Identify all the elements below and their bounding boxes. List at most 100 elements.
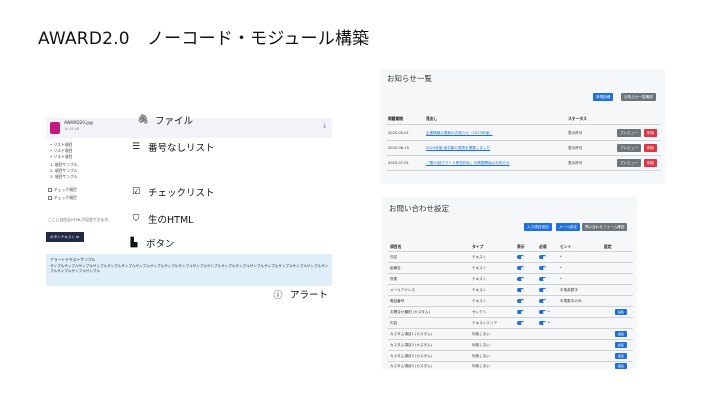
field-type: セレクト: [472, 310, 487, 314]
shield-icon: ⛉: [132, 214, 140, 224]
callout-button: ▙ ボタン: [128, 234, 200, 252]
visible-toggle[interactable]: [517, 288, 524, 292]
row-status: 表示許可: [568, 146, 583, 150]
checklist-item[interactable]: チェック項目: [48, 196, 77, 200]
visible-toggle[interactable]: [517, 266, 524, 270]
row-headline-link[interactable]: 企業情報の更新のお知らせ（2025年版）: [426, 131, 493, 136]
file-size: 10.44 KB: [64, 127, 80, 131]
add-field-button[interactable]: 入力項目追加: [524, 223, 552, 231]
row-headline-link[interactable]: 「第10回アワード受賞作品」の掲載開始のお知らせ: [426, 161, 510, 166]
edit-button[interactable]: 編集: [615, 353, 627, 359]
callout-numbered-list: ☰ 番号なしリスト: [131, 142, 215, 154]
numbered-item: 1. 項目サンプル: [50, 162, 78, 167]
row-date: 2025-06-15: [388, 146, 409, 150]
col-header: 掲載期間: [388, 116, 404, 121]
required-toggle[interactable]: [539, 266, 546, 270]
numbered-item: 2. 項目サンプル: [50, 168, 78, 173]
html-text: ここに自由なHTMLが記述できます。: [48, 217, 112, 222]
notice-title: お知らせ一覧: [387, 74, 432, 83]
preview-button[interactable]: プレビュー: [617, 144, 641, 152]
required-toggle[interactable]: [539, 255, 546, 259]
mail-settings-button[interactable]: メール設定: [556, 223, 580, 231]
visible-toggle[interactable]: [517, 310, 524, 314]
field-type: テキスト: [472, 288, 487, 292]
field-name: 所属: [390, 277, 398, 281]
col-header: 項目名: [390, 244, 402, 249]
field-name: カスタム項目2 (カスタム): [390, 343, 433, 347]
required-mark: *: [560, 277, 562, 281]
edit-button[interactable]: 編集: [615, 363, 627, 369]
numbered-item: 3. 項目サンプル: [50, 174, 78, 179]
file-name: AWARD20.jpg: [64, 120, 93, 125]
new-post-button[interactable]: 新規投稿: [593, 93, 614, 101]
required-mark: *: [548, 321, 550, 325]
required-toggle[interactable]: [539, 321, 546, 325]
edit-button[interactable]: 編集: [615, 331, 627, 337]
visible-toggle[interactable]: [517, 277, 524, 281]
required-toggle[interactable]: [539, 299, 546, 303]
field-type: 利用しない: [472, 354, 490, 358]
sample-button[interactable]: ボタンテキスト ⧉: [46, 232, 84, 242]
contact-title: お問い合わせ設定: [389, 204, 449, 213]
check-square-icon: ☑: [131, 187, 141, 197]
callout-file: 🖇 ファイル: [137, 115, 194, 127]
required-toggle[interactable]: [539, 310, 546, 314]
preview-button[interactable]: プレビュー: [617, 159, 641, 167]
required-mark: *: [560, 266, 562, 270]
checklist-item[interactable]: チェック項目: [48, 188, 77, 192]
col-header: 設定: [604, 244, 612, 249]
notice-list-button[interactable]: お知らせ一覧確認: [621, 93, 656, 101]
field-hint: 半角数字のみ: [560, 299, 582, 303]
list-item: • リスト項目: [50, 148, 73, 153]
delete-button[interactable]: 削除: [644, 129, 658, 137]
delete-button[interactable]: 削除: [644, 144, 658, 152]
field-type: テキストエリア: [472, 321, 498, 325]
required-toggle[interactable]: [539, 277, 546, 281]
field-name: 内容: [390, 321, 398, 325]
row-headline-link[interactable]: 2024年度 論文集の発表を掲載しました: [426, 146, 490, 151]
preview-button[interactable]: プレビュー: [617, 129, 641, 137]
visible-toggle[interactable]: [517, 321, 524, 325]
field-type: テキスト: [472, 255, 487, 259]
field-type: テキスト: [472, 299, 487, 303]
field-type: テキスト: [472, 266, 487, 270]
visible-toggle[interactable]: [517, 299, 524, 303]
field-name: カスタム項目3 (カスタム): [390, 354, 433, 358]
list-icon: ☰: [131, 142, 141, 152]
field-type: 利用しない: [472, 332, 490, 336]
info-icon: ⓘ: [273, 290, 283, 301]
alert-title: アラートテキストサンプル: [50, 257, 96, 262]
external-link-icon: ⧉: [76, 235, 79, 239]
field-name: 氏名: [390, 255, 398, 259]
checkbox[interactable]: [48, 188, 52, 192]
row-status: 表示許可: [568, 161, 583, 165]
field-name: カスタム項目1 (カスタム): [390, 332, 433, 336]
col-header: ステータス: [568, 116, 587, 121]
checkbox[interactable]: [48, 196, 52, 200]
col-header: タイプ: [472, 244, 484, 249]
field-type: 利用しない: [472, 343, 490, 347]
row-status: 表示許可: [568, 131, 583, 135]
required-toggle[interactable]: [539, 288, 546, 292]
form-check-button[interactable]: 問い合わせフォーム確認: [582, 223, 628, 231]
field-name: カスタム項目4 (カスタム): [390, 364, 433, 368]
button-icon: ▙: [130, 238, 138, 248]
field-hint: 半角英数字: [560, 288, 578, 292]
download-icon[interactable]: ⤓: [323, 122, 326, 130]
notice-list-panel: お知らせ一覧 新規投稿 お知らせ一覧確認 掲載期間 見出し ステータス 2025…: [380, 69, 665, 184]
edit-button[interactable]: 編集: [615, 342, 627, 348]
required-mark: *: [560, 255, 562, 259]
required-mark: *: [548, 310, 550, 314]
field-type: テキスト: [472, 277, 487, 281]
edit-button[interactable]: 編集: [615, 309, 627, 315]
visible-toggle[interactable]: [517, 255, 524, 259]
field-name: 電話番号: [390, 299, 405, 303]
list-item: • リスト項目: [50, 154, 73, 159]
delete-button[interactable]: 削除: [644, 159, 658, 167]
col-header: ヒント: [560, 244, 572, 249]
col-header: 表示: [517, 244, 525, 249]
row-date: 2025-07-01: [388, 161, 409, 165]
callout-checklist: ☑ チェックリスト: [131, 187, 215, 199]
field-name: お問合せ種別 (カスタム): [390, 310, 430, 314]
field-name: メールアドレス: [390, 288, 416, 292]
